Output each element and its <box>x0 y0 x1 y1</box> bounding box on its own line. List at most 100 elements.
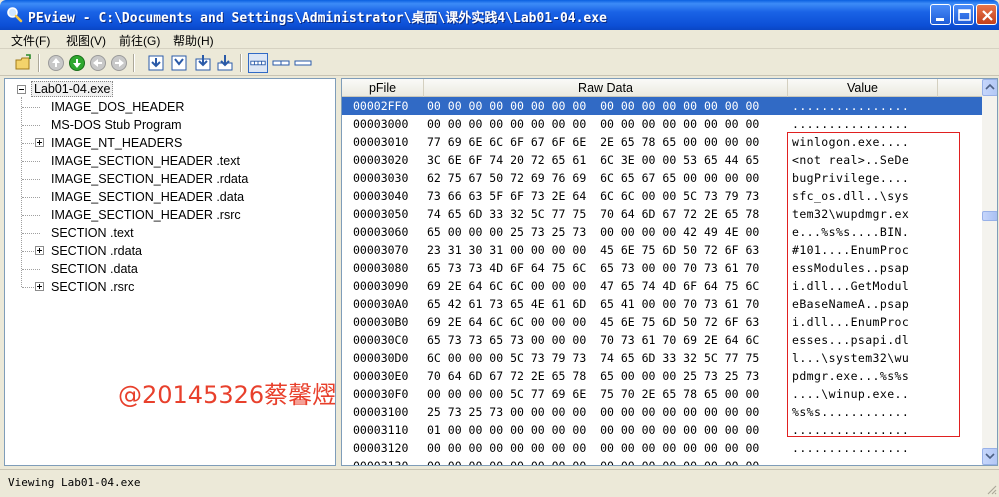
resize-grip-icon[interactable] <box>985 483 997 495</box>
byte-view-icon[interactable] <box>248 53 268 73</box>
row-offset: 00003060 <box>353 225 409 239</box>
header-raw-data[interactable]: Raw Data <box>424 79 788 97</box>
tree-branch <box>22 215 40 216</box>
row-raw-bytes: 01 00 00 00 00 00 00 00 00 00 00 00 00 0… <box>427 423 760 437</box>
table-row[interactable]: 00003000 00 00 00 00 00 00 00 00 00 00 00… <box>342 115 982 133</box>
menu-help[interactable]: 帮助(H) <box>173 32 214 49</box>
menu-goto[interactable]: 前往(G) <box>119 32 160 49</box>
row-ascii-value: esses...psapi.dl <box>792 333 910 347</box>
tree-item-label: IMAGE_DOS_HEADER <box>51 100 185 114</box>
expand-icon[interactable] <box>35 246 44 255</box>
table-row[interactable]: 000030E0 70 64 6D 67 72 2E 65 78 65 00 00… <box>342 367 982 385</box>
row-raw-bytes: 6C 00 00 00 5C 73 79 73 74 65 6D 33 32 5… <box>427 351 760 365</box>
table-row[interactable]: 00003050 74 65 6D 33 32 5C 77 75 70 64 6D… <box>342 205 982 223</box>
table-row[interactable]: 000030A0 65 42 61 73 65 4E 61 6D 65 41 00… <box>342 295 982 313</box>
status-bar: Viewing Lab01-04.exe <box>0 469 999 497</box>
table-row[interactable]: 00003070 23 31 30 31 00 00 00 00 45 6E 75… <box>342 241 982 259</box>
row-offset: 00003000 <box>353 117 409 131</box>
table-row[interactable]: 00003120 00 00 00 00 00 00 00 00 00 00 00… <box>342 439 982 457</box>
row-raw-bytes: 00 00 00 00 00 00 00 00 00 00 00 00 00 0… <box>427 117 760 131</box>
header-pfile[interactable]: pFile <box>342 79 424 97</box>
chevron-down-icon <box>985 453 995 460</box>
table-row[interactable]: 000030D0 6C 00 00 00 5C 73 79 73 74 65 6D… <box>342 349 982 367</box>
row-offset: 00003110 <box>353 423 409 437</box>
view-last-icon[interactable] <box>215 53 235 73</box>
view-prev-icon[interactable] <box>169 53 189 73</box>
scroll-thumb[interactable] <box>982 211 997 221</box>
row-ascii-value: i.dll...GetModul <box>792 279 910 293</box>
tree-item-label: MS-DOS Stub Program <box>51 118 182 132</box>
row-raw-bytes: 65 73 73 65 73 00 00 00 70 73 61 70 69 2… <box>427 333 760 347</box>
toolbar-separator <box>38 54 40 72</box>
row-raw-bytes: 00 00 00 00 00 00 00 00 00 00 00 00 00 0… <box>427 99 760 113</box>
row-offset: 00003020 <box>353 153 409 167</box>
row-ascii-value: winlogon.exe.... <box>792 135 910 149</box>
row-ascii-value: l...\system32\wu <box>792 351 910 365</box>
table-row[interactable]: 00003130 00 00 00 00 00 00 00 00 00 00 00… <box>342 457 982 465</box>
row-offset: 00003120 <box>353 441 409 455</box>
table-row[interactable]: 00002FF0 00 00 00 00 00 00 00 00 00 00 00… <box>342 97 982 115</box>
tree-branch <box>22 179 40 180</box>
row-offset: 000030E0 <box>353 369 409 383</box>
forward-green-icon[interactable] <box>67 53 87 73</box>
scroll-up-button[interactable] <box>982 79 997 96</box>
word-view-icon[interactable] <box>271 53 291 73</box>
header-value[interactable]: Value <box>788 79 938 97</box>
close-button[interactable] <box>976 4 997 25</box>
toolbar-separator <box>133 54 135 72</box>
hex-view[interactable]: pFile Raw Data Value 00002FF0 00 00 00 00… <box>341 78 998 466</box>
view-next-icon[interactable] <box>193 53 213 73</box>
table-row[interactable]: 00003040 73 66 63 5F 6F 73 2E 64 6C 6C 00… <box>342 187 982 205</box>
open-icon[interactable] <box>14 53 34 73</box>
table-row[interactable]: 00003060 65 00 00 00 25 73 25 73 00 00 00… <box>342 223 982 241</box>
row-offset: 000030D0 <box>353 351 409 365</box>
menu-file[interactable]: 文件(F) <box>11 32 50 49</box>
table-row[interactable]: 000030C0 65 73 73 65 73 00 00 00 70 73 61… <box>342 331 982 349</box>
structure-tree[interactable]: Lab01-04.exe IMAGE_DOS_HEADER MS-DOS Stu… <box>4 78 336 466</box>
maximize-button[interactable] <box>953 4 974 25</box>
tree-root-collapse-icon[interactable] <box>17 85 26 94</box>
peview-window: PEview - C:\Documents and Settings\Admin… <box>0 0 999 497</box>
window-title: PEview - C:\Documents and Settings\Admin… <box>28 11 607 26</box>
table-row[interactable]: 000030B0 69 2E 64 6C 6C 00 00 00 45 6E 75… <box>342 313 982 331</box>
close-icon <box>982 10 993 21</box>
tree-branch <box>22 125 40 126</box>
minimize-button[interactable] <box>930 4 951 25</box>
dword-view-icon[interactable] <box>293 53 313 73</box>
table-row[interactable]: 00003090 69 2E 64 6C 6C 00 00 00 47 65 74… <box>342 277 982 295</box>
forward-icon[interactable] <box>109 53 129 73</box>
title-bar[interactable]: PEview - C:\Documents and Settings\Admin… <box>0 0 999 30</box>
maximize-icon <box>958 9 971 21</box>
author-watermark: @20145326蔡馨熤 <box>118 381 336 409</box>
row-ascii-value: pdmgr.exe...%s%s <box>792 369 910 383</box>
up-icon[interactable] <box>46 53 66 73</box>
row-raw-bytes: 00 00 00 00 5C 77 69 6E 75 70 2E 65 78 6… <box>427 387 760 401</box>
row-offset: 00003080 <box>353 261 409 275</box>
menu-view[interactable]: 视图(V) <box>66 32 106 49</box>
view-header-icon[interactable] <box>146 53 166 73</box>
toolbar <box>0 50 999 76</box>
row-offset: 00003050 <box>353 207 409 221</box>
row-offset: 000030A0 <box>353 297 409 311</box>
chevron-up-icon <box>985 83 995 90</box>
row-offset: 00003090 <box>353 279 409 293</box>
minimize-icon <box>936 18 944 21</box>
table-row[interactable]: 00003010 77 69 6E 6C 6F 67 6F 6E 2E 65 78… <box>342 133 982 151</box>
expand-icon[interactable] <box>35 282 44 291</box>
back-icon[interactable] <box>88 53 108 73</box>
expand-icon[interactable] <box>35 138 44 147</box>
scroll-down-button[interactable] <box>982 448 997 465</box>
table-row[interactable]: 000030F0 00 00 00 00 5C 77 69 6E 75 70 2E… <box>342 385 982 403</box>
row-ascii-value: ................ <box>792 423 910 437</box>
table-row[interactable]: 00003030 62 75 67 50 72 69 76 69 6C 65 67… <box>342 169 982 187</box>
vertical-scrollbar[interactable] <box>982 79 997 465</box>
toolbar-separator <box>240 54 242 72</box>
row-ascii-value: tem32\wupdmgr.ex <box>792 207 910 221</box>
table-row[interactable]: 00003110 01 00 00 00 00 00 00 00 00 00 00… <box>342 421 982 439</box>
table-row[interactable]: 00003100 25 73 25 73 00 00 00 00 00 00 00… <box>342 403 982 421</box>
row-ascii-value: i.dll...EnumProc <box>792 315 910 329</box>
row-ascii-value: ................ <box>792 117 910 131</box>
table-row[interactable]: 00003020 3C 6E 6F 74 20 72 65 61 6C 3E 00… <box>342 151 982 169</box>
table-row[interactable]: 00003080 65 73 73 4D 6F 64 75 6C 65 73 00… <box>342 259 982 277</box>
row-offset: 000030F0 <box>353 387 409 401</box>
